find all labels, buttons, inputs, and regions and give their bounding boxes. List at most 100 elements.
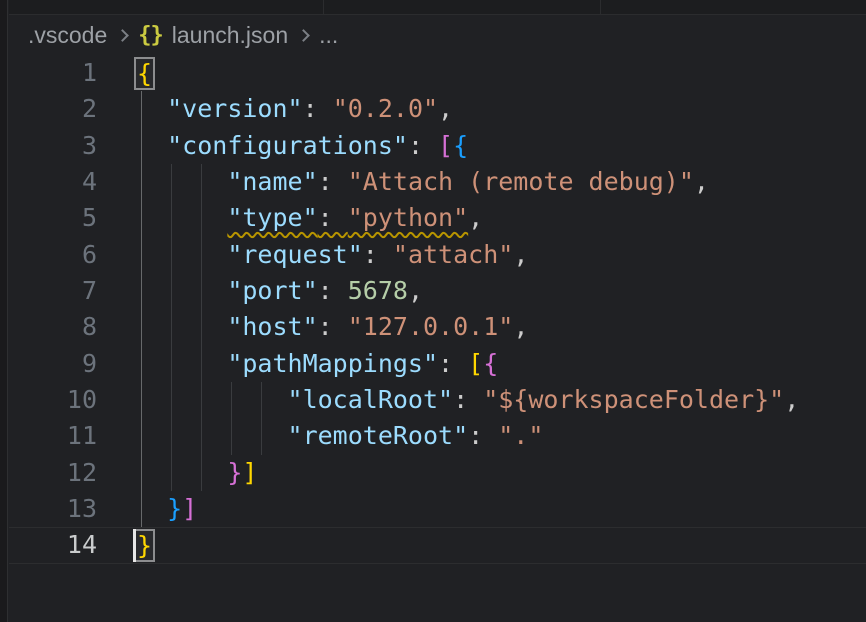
- code-line-13[interactable]: 13 }]: [9, 491, 866, 527]
- token: "Attach (remote debug)": [348, 167, 694, 196]
- code-text: "configurations": [{: [137, 129, 468, 163]
- code-text: "port": 5678,: [137, 274, 423, 308]
- editor[interactable]: 1{2 "version": "0.2.0",3 "configurations…: [9, 55, 866, 622]
- code-line-1[interactable]: 1{: [9, 55, 866, 91]
- token: :: [453, 385, 483, 414]
- token: ,: [784, 385, 799, 414]
- sidebar-edge-strip: [0, 0, 8, 622]
- active-indent-guide: [141, 346, 142, 382]
- token: "python": [348, 203, 468, 232]
- indent-guide: [201, 200, 202, 236]
- active-indent-guide: [141, 273, 142, 309]
- code-line-2[interactable]: 2 "version": "0.2.0",: [9, 91, 866, 127]
- token: [137, 167, 227, 196]
- token: ,: [438, 94, 453, 123]
- breadcrumb-item-symbol-ellipsis[interactable]: ...: [319, 22, 338, 49]
- indent-guide: [171, 382, 172, 418]
- active-indent-guide: [141, 491, 142, 527]
- token: :: [318, 276, 348, 305]
- code-line-14[interactable]: 14}: [9, 527, 866, 563]
- token: :: [303, 94, 333, 123]
- tab-separator: [323, 0, 324, 14]
- active-indent-guide: [141, 309, 142, 345]
- code-line-10[interactable]: 10 "localRoot": "${workspaceFolder}",: [9, 382, 866, 418]
- code-text: "type": "python",: [137, 201, 483, 235]
- active-indent-guide: [141, 382, 142, 418]
- code-line-9[interactable]: 9 "pathMappings": [{: [9, 346, 866, 382]
- code-line-6[interactable]: 6 "request": "attach",: [9, 237, 866, 273]
- line-number: 2: [9, 92, 97, 126]
- code-line-11[interactable]: 11 "remoteRoot": ".": [9, 418, 866, 454]
- active-indent-guide: [141, 200, 142, 236]
- indent-guide: [201, 309, 202, 345]
- token: ,: [408, 276, 423, 305]
- line-number: 1: [9, 56, 97, 90]
- code-line-4[interactable]: 4 "name": "Attach (remote debug)",: [9, 164, 866, 200]
- code-text: "name": "Attach (remote debug)",: [137, 165, 709, 199]
- code-line-3[interactable]: 3 "configurations": [{: [9, 128, 866, 164]
- token: [: [438, 131, 453, 160]
- text-cursor: [133, 529, 136, 562]
- token: ,: [694, 167, 709, 196]
- indent-guide: [171, 273, 172, 309]
- indent-guide: [261, 382, 262, 418]
- code-line-7[interactable]: 7 "port": 5678,: [9, 273, 866, 309]
- code-line-8[interactable]: 8 "host": "127.0.0.1",: [9, 309, 866, 345]
- line-number: 3: [9, 129, 97, 163]
- breadcrumb-item-folder[interactable]: .vscode: [28, 22, 107, 49]
- token: "remoteRoot": [288, 421, 469, 450]
- indent-guide: [231, 382, 232, 418]
- indent-guide: [171, 309, 172, 345]
- line-number: 4: [9, 165, 97, 199]
- token: ,: [513, 240, 528, 269]
- token: [137, 385, 288, 414]
- token: :: [318, 203, 348, 232]
- matched-bracket: {: [134, 57, 155, 90]
- code-text: "remoteRoot": ".": [137, 419, 543, 453]
- active-indent-guide: [141, 164, 142, 200]
- token: :: [408, 131, 438, 160]
- token: [137, 312, 227, 341]
- active-indent-guide: [141, 455, 142, 491]
- token: ,: [513, 312, 528, 341]
- indent-guide: [231, 418, 232, 454]
- indent-guide: [201, 382, 202, 418]
- indent-guide: [171, 455, 172, 491]
- active-indent-guide: [141, 91, 142, 127]
- line-number: 8: [9, 310, 97, 344]
- token: [137, 276, 227, 305]
- matched-bracket: }: [134, 529, 155, 562]
- code-text: "request": "attach",: [137, 238, 528, 272]
- token: "type": [227, 203, 317, 232]
- code-text: {: [137, 56, 152, 90]
- tab-bar[interactable]: [9, 0, 866, 15]
- indent-guide: [201, 237, 202, 273]
- token: "port": [227, 276, 317, 305]
- code-line-5[interactable]: 5 "type": "python",: [9, 200, 866, 236]
- indent-guide: [261, 418, 262, 454]
- code-text: }]: [137, 456, 257, 490]
- token: "0.2.0": [333, 94, 438, 123]
- breadcrumb-item-file[interactable]: launch.json: [172, 22, 288, 49]
- line-number: 6: [9, 238, 97, 272]
- line-number: 13: [9, 492, 97, 526]
- indent-guide: [171, 237, 172, 273]
- token: [137, 421, 288, 450]
- code-text: "version": "0.2.0",: [137, 92, 453, 126]
- token: 5678: [348, 276, 408, 305]
- code-text: "pathMappings": [{: [137, 347, 498, 381]
- token: :: [318, 312, 348, 341]
- token: "name": [227, 167, 317, 196]
- chevron-right-icon: [297, 29, 310, 42]
- indent-guide: [201, 273, 202, 309]
- chevron-right-icon: [116, 29, 129, 42]
- token: "${workspaceFolder}": [483, 385, 784, 414]
- token: }: [167, 494, 182, 523]
- token: ]: [182, 494, 197, 523]
- code-text: "host": "127.0.0.1",: [137, 310, 528, 344]
- token: "host": [227, 312, 317, 341]
- token: :: [363, 240, 393, 269]
- line-number: 11: [9, 419, 97, 453]
- code-line-12[interactable]: 12 }]: [9, 455, 866, 491]
- active-indent-guide: [141, 418, 142, 454]
